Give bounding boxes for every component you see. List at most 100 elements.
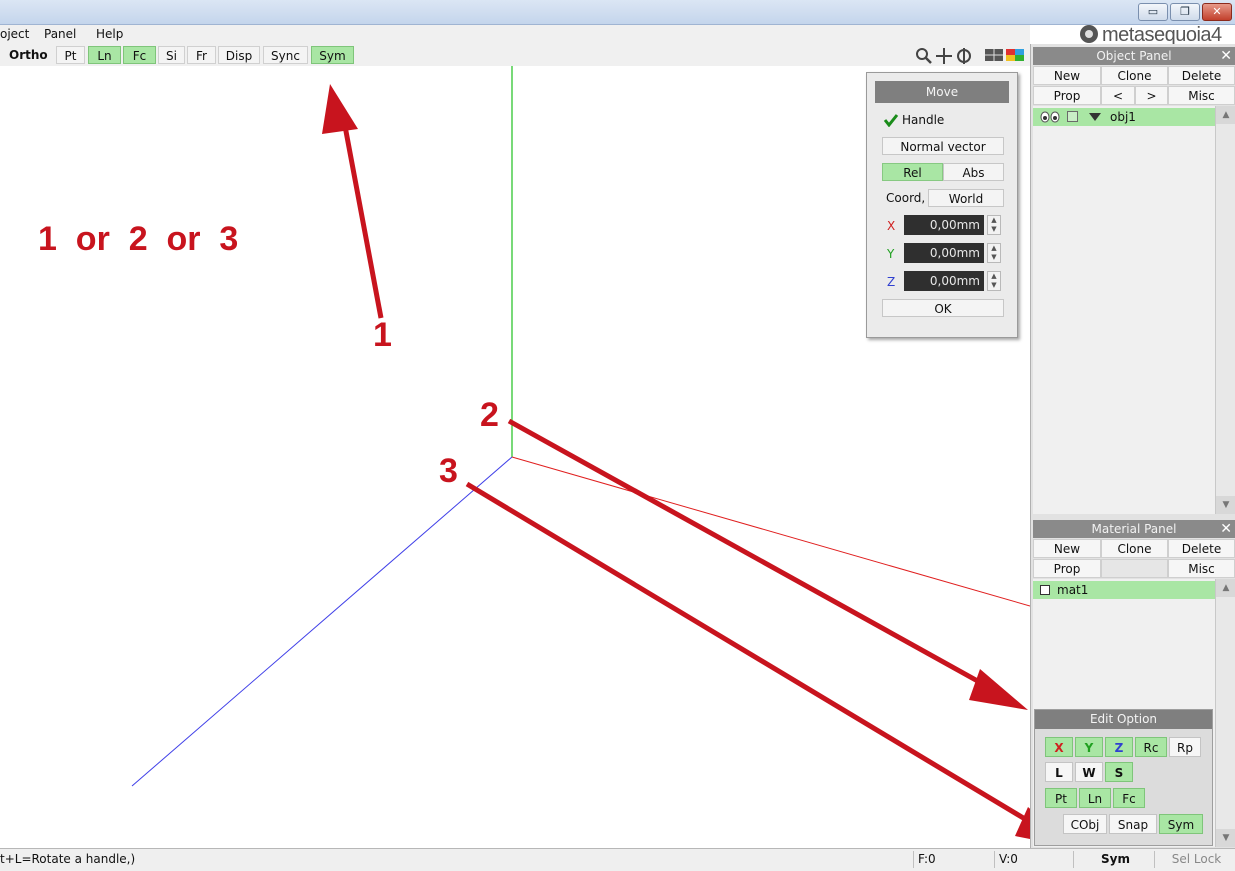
annotation-label-3: 3 [439, 452, 458, 490]
scroll-down-icon[interactable]: ▼ [1216, 829, 1235, 847]
scroll-up-icon[interactable]: ▲ [1216, 106, 1235, 124]
x-value-field[interactable]: 0,00mm [904, 215, 984, 235]
edit-snap-toggle[interactable]: Snap [1109, 814, 1157, 834]
close-icon[interactable]: ✕ [1220, 47, 1232, 65]
status-vertex-count: V:0 [994, 851, 1072, 868]
toolbar-sym-button[interactable]: Sym [311, 46, 354, 64]
edit-ln-toggle[interactable]: Ln [1079, 788, 1111, 808]
object-name: obj1 [1110, 110, 1136, 124]
status-face-count: F:0 [913, 851, 993, 868]
close-icon[interactable]: ✕ [1220, 520, 1232, 538]
toolbar-disp-button[interactable]: Disp [218, 46, 260, 64]
edit-fc-toggle[interactable]: Fc [1113, 788, 1145, 808]
menu-help[interactable]: Help [96, 27, 123, 41]
color-palette-icon[interactable] [1006, 49, 1024, 61]
edit-local-toggle[interactable]: L [1045, 762, 1073, 782]
edit-pt-toggle[interactable]: Pt [1045, 788, 1077, 808]
handle-label: Handle [902, 113, 945, 127]
edit-world-toggle[interactable]: W [1075, 762, 1103, 782]
annotation-label-2: 2 [480, 396, 499, 434]
material-color-swatch[interactable] [1040, 585, 1050, 595]
object-misc-button[interactable]: Misc [1168, 86, 1235, 105]
handle-checkbox[interactable]: Handle [883, 111, 1003, 129]
rotate-icon[interactable] [957, 48, 971, 64]
x-axis-label: X [887, 219, 896, 233]
object-row-obj1[interactable]: obj1 [1033, 108, 1215, 126]
edit-z-toggle[interactable]: Z [1105, 737, 1133, 757]
checkmark-icon [883, 114, 899, 127]
material-new-button[interactable]: New [1033, 539, 1101, 558]
x-spinner[interactable]: ▲ ▼ [987, 215, 1001, 235]
zoom-icon[interactable] [916, 48, 932, 64]
move-panel: Move Handle Normal vector Rel Abs Coord,… [866, 72, 1018, 338]
z-spinner[interactable]: ▲ ▼ [987, 271, 1001, 291]
view-layout-icon[interactable] [985, 49, 1003, 61]
y-value-field[interactable]: 0,00mm [904, 243, 984, 263]
close-window-button[interactable]: ✕ [1202, 3, 1232, 21]
toolbar-si-button[interactable]: Si [158, 46, 185, 64]
toolbar: Ortho Pt Ln Fc Si Fr Disp Sync Sym [0, 44, 1030, 67]
move-panel-title[interactable]: Move [875, 81, 1009, 103]
coord-world-button[interactable]: World [928, 189, 1004, 207]
material-clone-button[interactable]: Clone [1101, 539, 1168, 558]
object-prev-button[interactable]: < [1101, 86, 1135, 105]
z-value-field[interactable]: 0,00mm [904, 271, 984, 291]
status-sym-button[interactable]: Sym [1073, 851, 1153, 868]
edit-rp-toggle[interactable]: Rp [1169, 737, 1201, 757]
object-delete-button[interactable]: Delete [1168, 66, 1235, 85]
status-hint: t+L=Rotate a handle,) [0, 852, 136, 866]
y-axis-label: Y [887, 247, 895, 261]
menu-bar: oject Panel Help metasequoia4 [0, 24, 1222, 46]
edit-cobj-toggle[interactable]: CObj [1063, 814, 1107, 834]
material-prop-button[interactable]: Prop [1033, 559, 1101, 578]
minimize-button[interactable]: ▭ [1138, 3, 1168, 21]
object-prop-button[interactable]: Prop [1033, 86, 1101, 105]
menu-object[interactable]: oject [0, 27, 29, 41]
material-panel-title[interactable]: Material Panel ✕ [1033, 520, 1235, 538]
material-misc-button[interactable]: Misc [1168, 559, 1235, 578]
y-spinner[interactable]: ▲ ▼ [987, 243, 1001, 263]
edit-sym-toggle[interactable]: Sym [1159, 814, 1203, 834]
visibility-eye-icon[interactable] [1039, 110, 1063, 124]
edit-x-toggle[interactable]: X [1045, 737, 1073, 757]
restore-button[interactable]: ❐ [1170, 3, 1200, 21]
edit-rc-toggle[interactable]: Rc [1135, 737, 1167, 757]
object-panel-title[interactable]: Object Panel ✕ [1033, 47, 1235, 65]
pan-icon[interactable] [936, 48, 952, 64]
rel-button[interactable]: Rel [882, 163, 943, 181]
z-axis-label: Z [887, 275, 896, 289]
lock-checkbox[interactable] [1067, 111, 1078, 122]
scroll-down-icon[interactable]: ▼ [1216, 496, 1235, 514]
z-axis-line [131, 456, 513, 787]
edit-option-title[interactable]: Edit Option [1035, 710, 1212, 729]
toolbar-fc-button[interactable]: Fc [123, 46, 156, 64]
material-blank-cell [1101, 559, 1168, 578]
menu-panel[interactable]: Panel [44, 27, 76, 41]
abs-button[interactable]: Abs [943, 163, 1004, 181]
edit-y-toggle[interactable]: Y [1075, 737, 1103, 757]
edit-screen-toggle[interactable]: S [1105, 762, 1133, 782]
ok-button[interactable]: OK [882, 299, 1004, 317]
object-next-button[interactable]: > [1135, 86, 1168, 105]
material-delete-button[interactable]: Delete [1168, 539, 1235, 558]
view-mode-ortho[interactable]: Ortho [9, 48, 48, 62]
object-list-scrollbar[interactable]: ▲ ▼ [1215, 106, 1235, 514]
brand-logo: metasequoia4 [1078, 24, 1230, 46]
toolbar-sync-button[interactable]: Sync [263, 46, 308, 64]
expand-triangle-icon[interactable] [1089, 112, 1101, 122]
object-clone-button[interactable]: Clone [1101, 66, 1168, 85]
toolbar-pt-button[interactable]: Pt [56, 46, 85, 64]
status-sel-lock-button[interactable]: Sel Lock [1154, 851, 1234, 868]
toolbar-fr-button[interactable]: Fr [187, 46, 216, 64]
object-new-button[interactable]: New [1033, 66, 1101, 85]
material-panel-title-text: Material Panel [1091, 522, 1177, 536]
scroll-up-icon[interactable]: ▲ [1216, 579, 1235, 597]
material-list-scrollbar[interactable]: ▲ ▼ [1215, 579, 1235, 847]
toolbar-ln-button[interactable]: Ln [88, 46, 121, 64]
window-titlebar: ▭ ❐ ✕ [0, 0, 1235, 25]
annotation-label-1: 1 [373, 316, 392, 354]
object-list: obj1 [1033, 106, 1215, 514]
normal-vector-button[interactable]: Normal vector [882, 137, 1004, 155]
material-name: mat1 [1057, 583, 1089, 597]
material-row-mat1[interactable]: mat1 [1033, 581, 1215, 599]
